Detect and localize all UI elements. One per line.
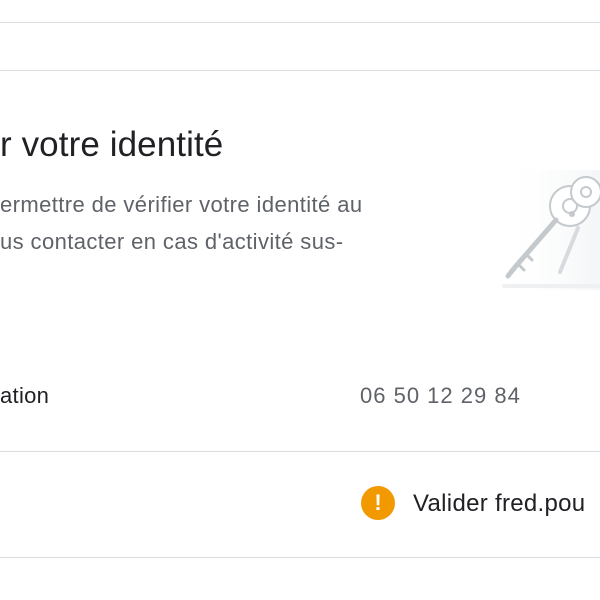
keys-illustration-icon	[498, 170, 600, 290]
description-line: us contacter en cas d'activité sus-	[0, 229, 344, 254]
identity-verification-page: r votre identité ermettre de vérifier vo…	[0, 0, 600, 600]
row-divider	[0, 451, 600, 452]
warning-icon: !	[361, 486, 395, 520]
bottom-divider	[0, 557, 600, 558]
recovery-phone-label: ation	[0, 383, 50, 408]
description-line: ermettre de vérifier votre identité au	[0, 192, 363, 217]
validate-email-link[interactable]: Valider fred.pou	[413, 488, 585, 520]
section-title: r votre identité	[0, 125, 224, 164]
card-top-border	[0, 70, 600, 71]
top-divider	[0, 22, 600, 23]
section-description: ermettre de vérifier votre identité au u…	[0, 186, 470, 260]
recovery-phone-value[interactable]: 06 50 12 29 84	[360, 381, 521, 411]
